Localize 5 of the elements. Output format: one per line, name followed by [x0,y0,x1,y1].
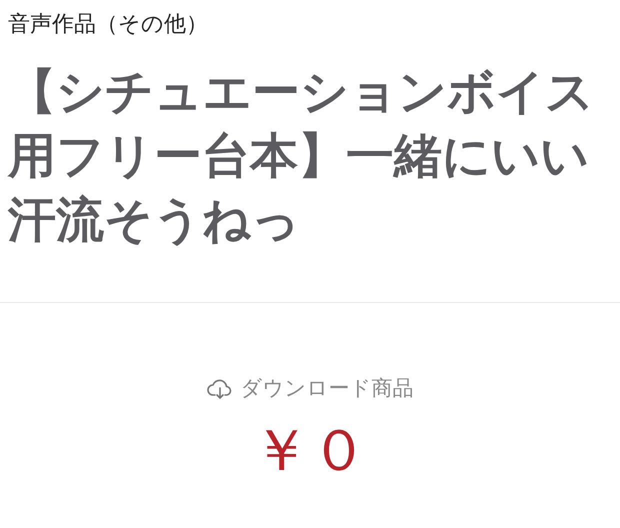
product-title: 【シチュエーションボイス用フリー台本】一緒にいい汗流そうねっ [8,63,595,250]
price: ￥０ [252,420,368,479]
product-type-label: ダウンロード商品 [240,375,414,402]
category-label: 音声作品（その他） [8,11,209,38]
cloud-download-icon [206,378,232,400]
